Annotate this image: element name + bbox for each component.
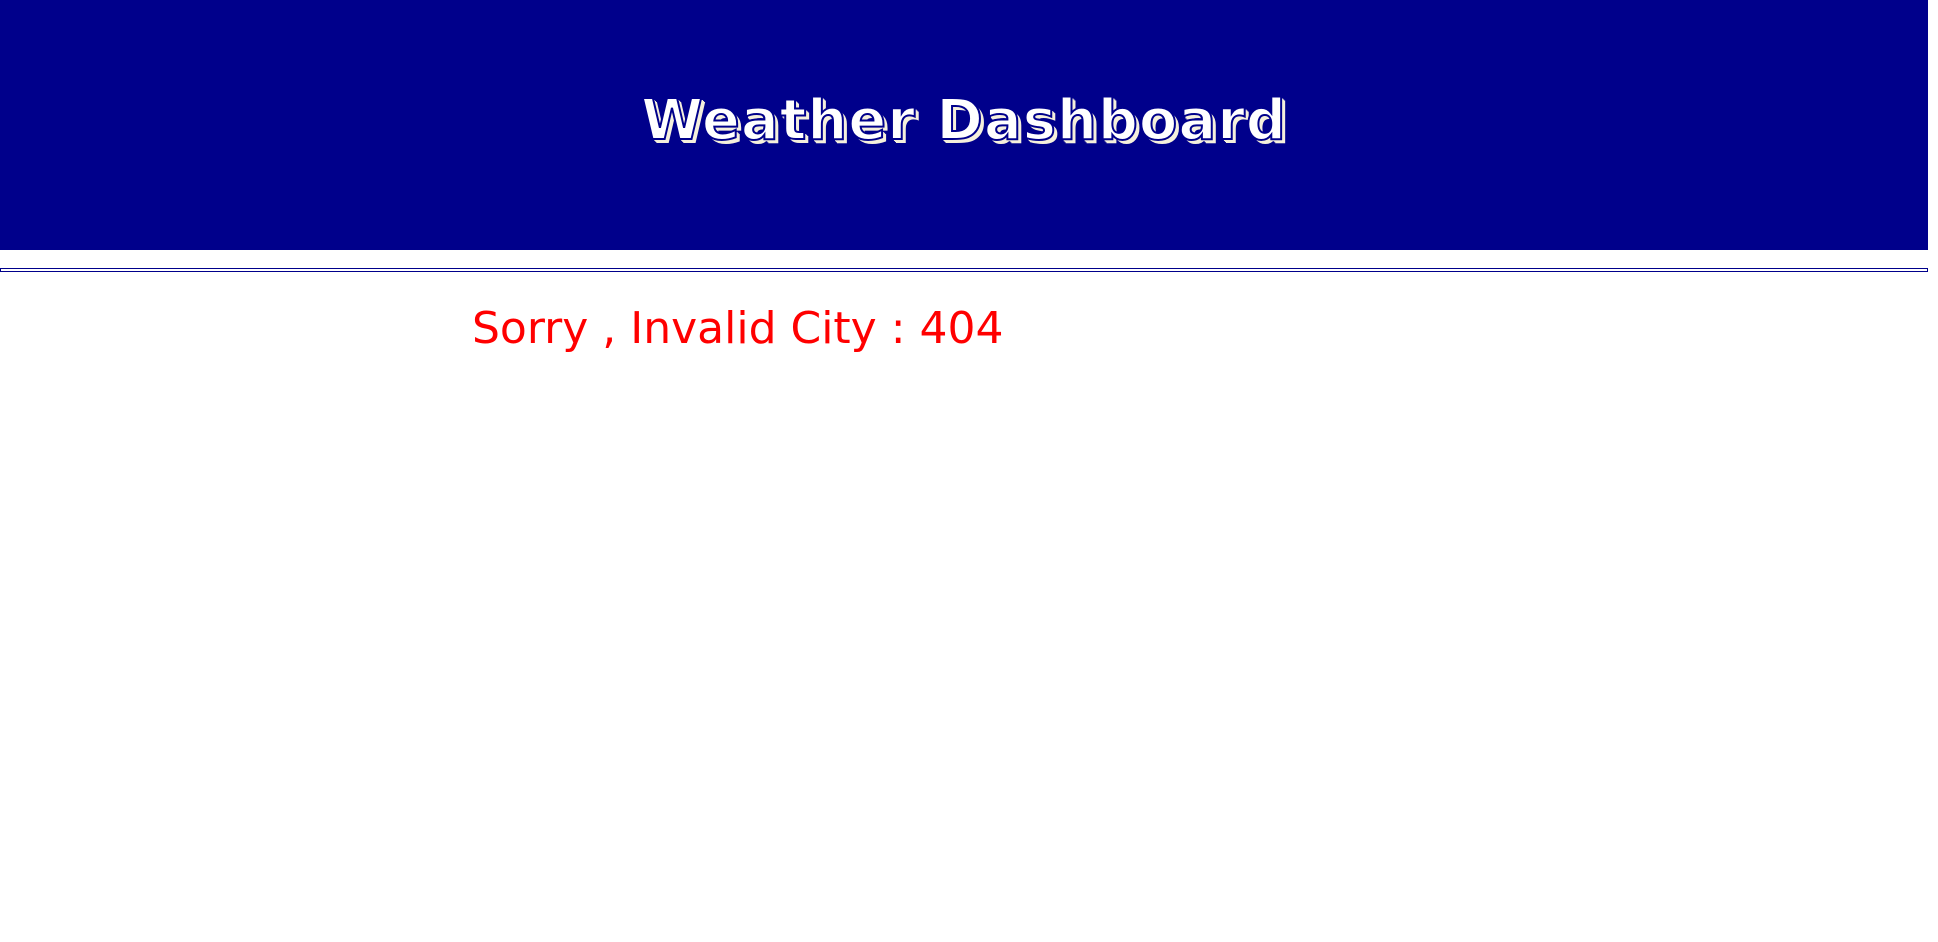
header-divider bbox=[0, 268, 1928, 272]
page-title: Weather Dashboard bbox=[640, 87, 1287, 154]
page-header: Weather Dashboard bbox=[0, 0, 1928, 250]
error-message: Sorry , Invalid City : 404 bbox=[472, 303, 1004, 354]
